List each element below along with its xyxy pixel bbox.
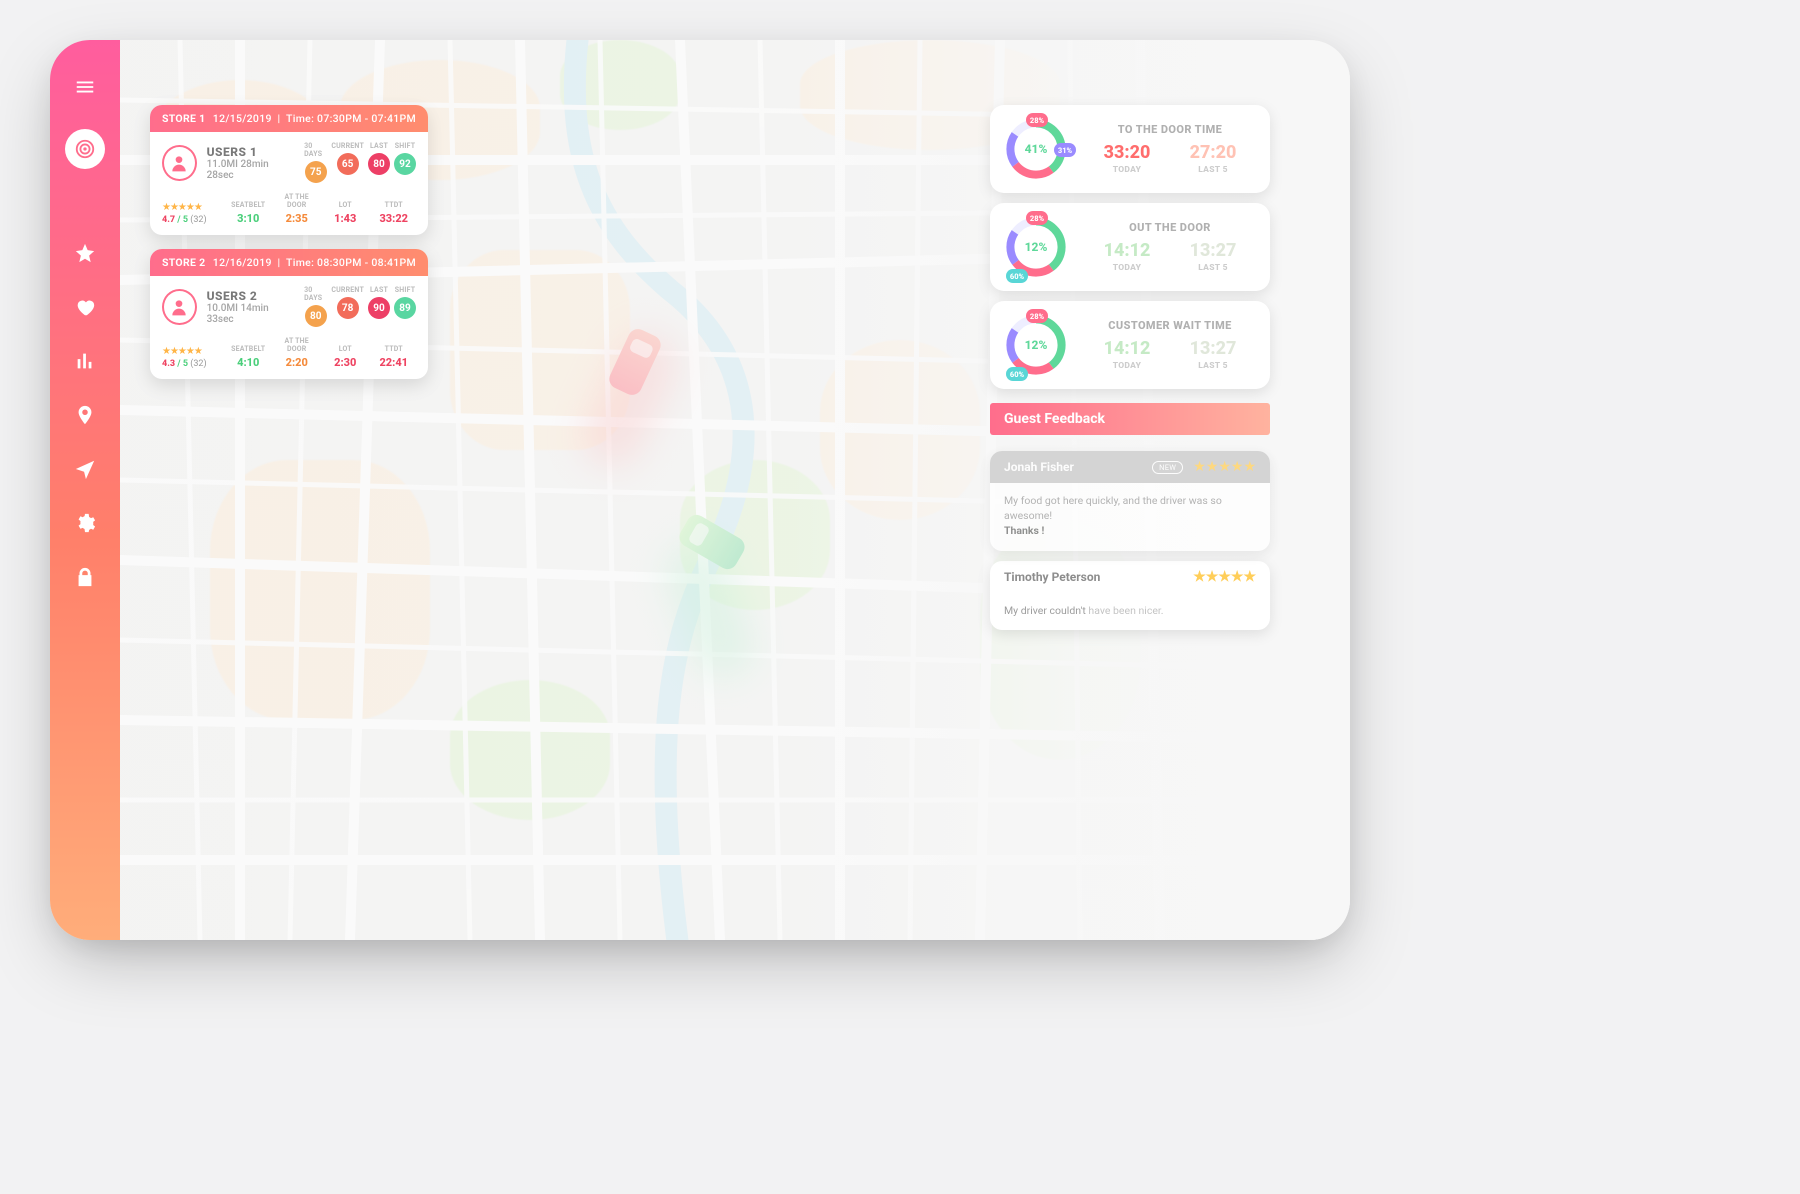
metric-chip: SHIFT89 (394, 286, 416, 327)
star-icon: ★★★★★ (162, 346, 202, 357)
store-title: STORE 2 (162, 256, 205, 269)
metric-card[interactable]: 12% 28% 60% OUT THE DOOR 14:12TODAY 13:2… (990, 203, 1270, 291)
user-name: USERS 2 (207, 289, 295, 303)
metric-title: OUT THE DOOR (1084, 221, 1256, 234)
star-icon: ★★★★★ (162, 202, 202, 213)
user-name: USERS 1 (207, 145, 295, 159)
metric-today: 33:20TODAY (1104, 142, 1151, 175)
feedback-card[interactable]: Timothy Peterson ★★★★★ My driver couldn'… (990, 561, 1270, 630)
new-badge: NEW (1152, 461, 1183, 474)
lock-icon[interactable] (73, 565, 97, 589)
rating-block: ★★★★★ 4.3 / 5 (32) (162, 346, 222, 369)
sidebar (50, 40, 120, 940)
store-cards: STORE 1 12/15/2019 | Time: 07:30PM - 07:… (150, 105, 428, 379)
store-card[interactable]: STORE 1 12/15/2019 | Time: 07:30PM - 07:… (150, 105, 428, 235)
metric-card[interactable]: 41% 28% 31% TO THE DOOR TIME 33:20TODAY … (990, 105, 1270, 193)
pin-icon[interactable] (73, 403, 97, 427)
store-title: STORE 1 (162, 112, 205, 125)
star-icon: ★★★★★ (1193, 569, 1256, 585)
store-card[interactable]: STORE 2 12/16/2019 | Time: 08:30PM - 08:… (150, 249, 428, 379)
metric-title: CUSTOMER WAIT TIME (1084, 319, 1256, 332)
user-avatar-icon (162, 145, 197, 181)
metric-chip: CURRENT65 (331, 142, 364, 183)
donut-chart: 41% 28% 31% (1004, 117, 1068, 181)
metric-chip: CURRENT78 (331, 286, 364, 327)
heart-icon[interactable] (73, 295, 97, 319)
user-subtext: 11.0MI 28min 28sec (207, 159, 295, 181)
feedback-text: My driver couldn't have been nicer. (990, 593, 1270, 618)
metric-title: TO THE DOOR TIME (1084, 123, 1256, 136)
feedback-card[interactable]: Jonah Fisher NEW ★★★★★ My food got here … (990, 451, 1270, 551)
user-subtext: 10.0MI 14min 33sec (207, 303, 295, 325)
store-datetime: 12/15/2019 | Time: 07:30PM - 07:41PM (213, 112, 416, 125)
stat-cell: AT THE DOOR2:35 (275, 193, 320, 225)
rating-block: ★★★★★ 4.7 / 5 (32) (162, 202, 222, 225)
user-avatar-icon (162, 289, 197, 325)
feedback-name: Jonah Fisher (1004, 460, 1142, 474)
navigation-icon[interactable] (73, 457, 97, 481)
chart-icon[interactable] (73, 349, 97, 373)
metric-last5: 27:20LAST 5 (1190, 142, 1237, 175)
store-card-header: STORE 1 12/15/2019 | Time: 07:30PM - 07:… (150, 105, 428, 132)
store-datetime: 12/16/2019 | Time: 08:30PM - 08:41PM (213, 256, 416, 269)
metric-card[interactable]: 12% 28% 60% CUSTOMER WAIT TIME 14:12TODA… (990, 301, 1270, 389)
donut-chart: 12% 28% 60% (1004, 313, 1068, 377)
metric-today: 14:12TODAY (1104, 338, 1151, 371)
stat-cell: LOT1:43 (323, 201, 368, 225)
metric-chip: 30 DAYS75 (304, 142, 327, 183)
gear-icon[interactable] (73, 511, 97, 535)
stat-cell: LOT2:30 (323, 345, 368, 369)
feedback-header: Guest Feedback (990, 403, 1270, 435)
metric-chip: LAST90 (368, 286, 390, 327)
donut-chart: 12% 28% 60% (1004, 215, 1068, 279)
feedback-name: Timothy Peterson (1004, 570, 1183, 584)
menu-icon[interactable] (73, 75, 97, 99)
stat-cell: SEATBELT3:10 (226, 201, 271, 225)
star-icon: ★★★★★ (1193, 459, 1256, 475)
tablet-frame: STORE 1 12/15/2019 | Time: 07:30PM - 07:… (50, 40, 1350, 940)
star-icon[interactable] (73, 241, 97, 265)
metric-last5: 13:27LAST 5 (1190, 240, 1237, 273)
metric-last5: 13:27LAST 5 (1190, 338, 1237, 371)
target-icon[interactable] (65, 129, 105, 169)
metric-today: 14:12TODAY (1104, 240, 1151, 273)
metric-chip: SHIFT92 (394, 142, 416, 183)
metric-chip: LAST80 (368, 142, 390, 183)
stat-cell: TTDT33:22 (372, 201, 417, 225)
feedback-text: My food got here quickly, and the driver… (990, 483, 1270, 539)
stat-cell: TTDT22:41 (372, 345, 417, 369)
stat-cell: SEATBELT4:10 (226, 345, 271, 369)
right-column: 41% 28% 31% TO THE DOOR TIME 33:20TODAY … (990, 105, 1270, 630)
store-card-header: STORE 2 12/16/2019 | Time: 08:30PM - 08:… (150, 249, 428, 276)
stat-cell: AT THE DOOR2:20 (275, 337, 320, 369)
metric-chip: 30 DAYS80 (304, 286, 327, 327)
